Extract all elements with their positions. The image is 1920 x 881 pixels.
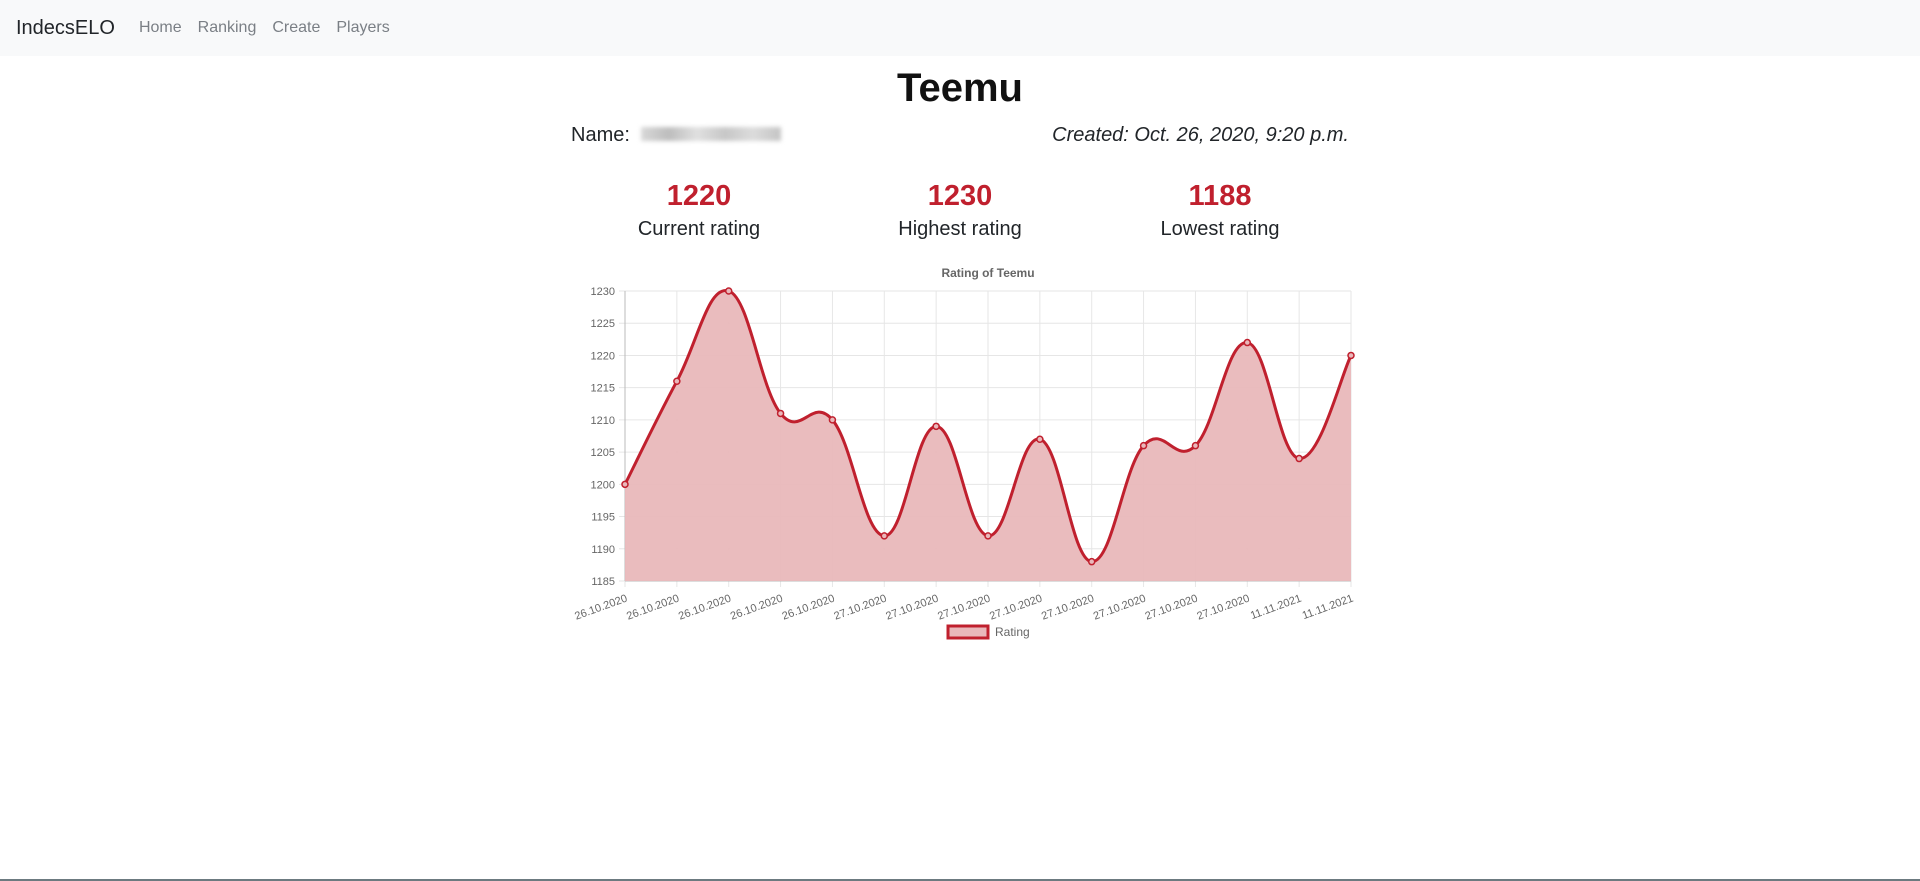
data-point <box>1087 557 1096 566</box>
data-point <box>1191 441 1200 450</box>
x-tick-label: 26.10.2020 <box>677 593 733 623</box>
data-point <box>932 422 940 431</box>
nav-link-ranking[interactable]: Ranking <box>190 19 265 37</box>
name-label: Name: <box>571 124 630 146</box>
y-tick-label: 1230 <box>591 286 615 298</box>
y-tick-label: 1225 <box>591 318 615 330</box>
current-rating-label: Current rating <box>637 218 761 240</box>
x-tick-label: 11.11.2021 <box>1301 593 1355 623</box>
current-rating-value: 1220 <box>666 180 732 212</box>
stat-current-rating: 1220 Current rating <box>569 178 829 241</box>
y-tick-label: 1200 <box>591 479 615 491</box>
x-tick-label: 26.10.2020 <box>573 593 629 623</box>
rating-chart: Rating of Teemu 1185 1190 1195 1200 1205 1210 1… <box>573 266 1355 640</box>
data-point <box>1347 351 1355 360</box>
x-tick-label: 11.11.2021 <box>1249 593 1303 623</box>
x-tick-label: 27.10.2020 <box>1195 593 1251 623</box>
highest-rating-label: Highest rating <box>898 218 1022 240</box>
data-point <box>724 287 733 295</box>
y-tick-label: 1185 <box>591 576 615 588</box>
data-point <box>984 532 992 540</box>
x-tick-label: 26.10.2020 <box>781 593 837 623</box>
y-tick-label: 1195 <box>591 512 615 524</box>
y-tick-label: 1210 <box>591 415 615 427</box>
y-tick-label: 1205 <box>591 447 615 459</box>
legend-swatch-rating <box>946 624 990 640</box>
x-tick-label: 27.10.2020 <box>832 593 888 623</box>
page-title: Teemu <box>897 66 1023 110</box>
data-point <box>776 409 785 418</box>
x-tick-label: 27.10.2020 <box>988 593 1044 623</box>
data-point <box>828 416 837 424</box>
highest-rating-value: 1230 <box>927 180 993 212</box>
redacted-name <box>641 126 782 141</box>
navbar: IndecsELO Home Ranking Create Players <box>0 0 1920 56</box>
x-tick-label: 26.10.2020 <box>729 593 785 623</box>
y-tick-label: 1190 <box>591 544 615 556</box>
created-date: Created: Oct. 26, 2020, 9:20 p.m. <box>1052 124 1349 146</box>
legend-label-rating: Rating <box>995 625 1030 639</box>
data-point <box>1139 441 1148 450</box>
data-point <box>621 480 629 489</box>
player-name-line: Name: <box>571 124 782 147</box>
lowest-rating-label: Lowest rating <box>1160 218 1280 240</box>
data-point <box>1295 454 1303 463</box>
y-tick-label: 1220 <box>591 350 615 362</box>
data-point <box>673 377 681 385</box>
nav-link-players[interactable]: Players <box>328 19 397 37</box>
chart-title: Rating of Teemu <box>941 266 1034 280</box>
x-tick-label: 27.10.2020 <box>1092 593 1148 623</box>
x-tick-label: 26.10.2020 <box>625 593 681 623</box>
data-point <box>1036 435 1044 443</box>
stat-highest-rating: 1230 Highest rating <box>830 178 1090 241</box>
data-point <box>880 532 889 540</box>
lowest-rating-value: 1188 <box>1188 180 1252 212</box>
x-tick-label: 27.10.2020 <box>936 593 992 623</box>
x-tick-label: 27.10.2020 <box>1144 593 1200 623</box>
x-tick-label: 27.10.2020 <box>1040 593 1096 623</box>
y-tick-label: 1215 <box>591 383 615 395</box>
data-point <box>1243 338 1252 347</box>
nav-link-create[interactable]: Create <box>264 19 328 37</box>
x-tick-label: 27.10.2020 <box>884 593 940 623</box>
stat-lowest-rating: 1188 Lowest rating <box>1090 178 1350 241</box>
nav-link-home[interactable]: Home <box>131 19 190 37</box>
brand-link[interactable]: IndecsELO <box>16 17 115 40</box>
